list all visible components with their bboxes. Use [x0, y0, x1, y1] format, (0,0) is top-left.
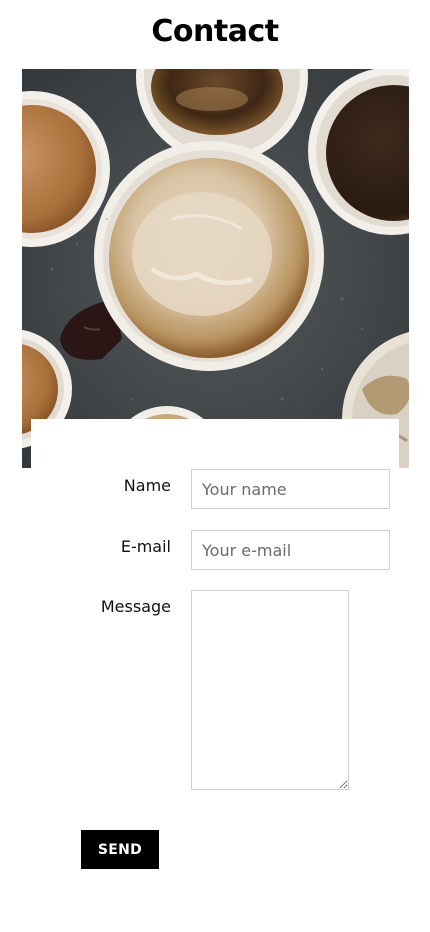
name-label: Name [123, 476, 171, 495]
send-button[interactable]: SEND [81, 830, 159, 869]
message-label: Message [100, 597, 171, 616]
email-input[interactable] [191, 530, 390, 570]
page-title: Contact [151, 14, 279, 49]
message-textarea[interactable] [191, 590, 349, 790]
hero-image [22, 69, 409, 468]
coffee-cups-illustration [22, 69, 409, 468]
name-input[interactable] [191, 469, 390, 509]
email-label: E-mail [120, 537, 171, 556]
